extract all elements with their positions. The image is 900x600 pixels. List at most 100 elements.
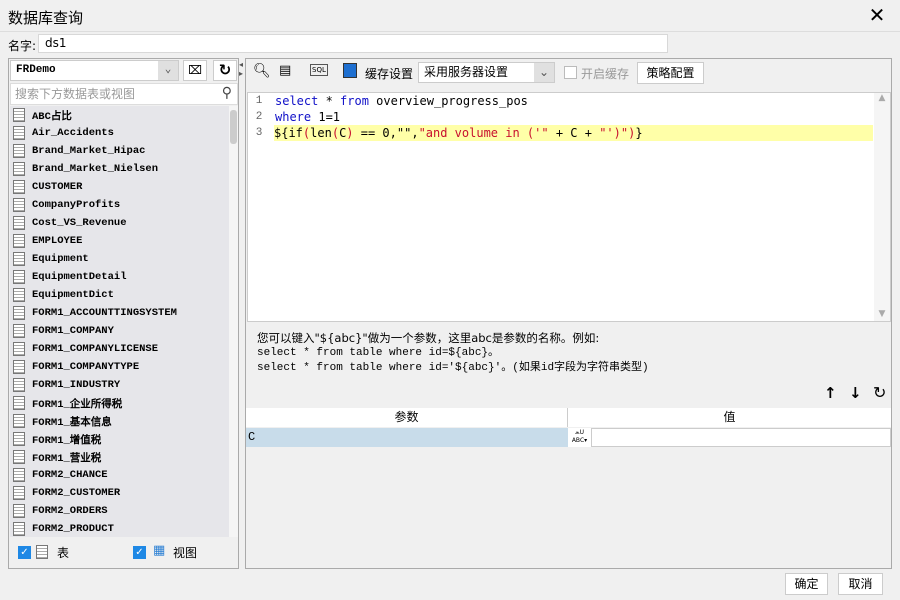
table-name: EMPLOYEE	[32, 235, 83, 247]
table-list-item[interactable]: Brand_Market_Hipac	[10, 142, 229, 160]
ok-button[interactable]: 确定	[785, 573, 828, 595]
ident: 1=1	[311, 110, 341, 124]
window-title: 数据库查询	[8, 9, 84, 27]
table-name: FORM1_COMPANYTYPE	[32, 361, 140, 373]
table-list-item[interactable]: CUSTOMER	[10, 178, 229, 196]
table-name: Brand_Market_Hipac	[32, 145, 146, 157]
table-icon	[13, 342, 25, 356]
table-icon	[13, 198, 25, 212]
enable-cache-checkbox[interactable]	[564, 66, 577, 79]
table-list-item[interactable]: FORM1_COMPANY	[10, 322, 229, 340]
code-line-3: ${if(len(C) == 0,"","and volume in ('" +…	[274, 125, 873, 141]
t: == 0,"",	[353, 126, 419, 140]
op: *	[318, 94, 341, 108]
divider	[0, 31, 900, 32]
sql-icon[interactable]: ▤	[279, 63, 291, 78]
table-name: CUSTOMER	[32, 181, 83, 193]
table-icon	[13, 468, 25, 482]
table-list-item[interactable]: Equipment	[10, 250, 229, 268]
hint-line: select * from table where id=${abc}。	[257, 347, 500, 359]
t: "and volume in ('"	[418, 126, 549, 140]
table-name: FORM2_PRODUCT	[32, 523, 114, 535]
table-icon	[13, 270, 25, 284]
table-name: Air_Accidents	[32, 127, 114, 139]
param-value-input[interactable]	[591, 428, 891, 447]
collapse-icon[interactable]: ◂ ▸	[239, 60, 243, 78]
table-icon	[13, 360, 25, 374]
t: ${if	[274, 126, 303, 140]
cache-option: 采用服务器设置	[424, 65, 509, 79]
table-name: CompanyProfits	[32, 199, 121, 211]
table-name: FORM2_ORDERS	[32, 505, 108, 517]
strategy-button[interactable]: 策略配置	[637, 62, 704, 84]
edit-connection-icon[interactable]: ⌧	[183, 60, 207, 81]
table-name: Equipment	[32, 253, 89, 265]
table-list-item[interactable]: Cost_VS_Revenue	[10, 214, 229, 232]
cache-select[interactable]: 采用服务器设置 ⌄	[418, 62, 555, 83]
editor-scrollbar[interactable]: ▲ ▼	[874, 93, 890, 321]
table-list-item[interactable]: CompanyProfits	[10, 196, 229, 214]
scrollbar[interactable]	[229, 106, 238, 537]
kw: from	[340, 94, 369, 108]
header-param: 参数	[246, 408, 568, 427]
chevron-down-icon[interactable]: ⌄	[534, 63, 554, 82]
move-up-icon[interactable]: ↑	[824, 384, 837, 402]
kw: select	[275, 94, 319, 108]
ident: overview_progress_pos	[368, 94, 528, 108]
table-name: FORM1_ACCOUNTTINGSYSTEM	[32, 307, 177, 319]
code-line-1: select * from overview_progress_pos	[275, 93, 873, 109]
table-list-item[interactable]: FORM1_营业税	[10, 448, 229, 466]
name-label: 名字:	[8, 39, 37, 53]
chevron-down-icon[interactable]: ⌄	[158, 61, 178, 80]
table-list-item[interactable]: FORM2_ORDERS	[10, 502, 229, 520]
sql-editor[interactable]: 1 2 3 select * from overview_progress_po…	[247, 92, 891, 322]
close-icon[interactable]: ✕	[866, 4, 888, 26]
table-name: FORM1_企业所得税	[32, 398, 123, 411]
view-icon: ▦	[153, 543, 166, 558]
name-input[interactable]: ds1	[38, 34, 668, 53]
table-list-item[interactable]: EquipmentDict	[10, 286, 229, 304]
line-number: 3	[255, 127, 263, 139]
search-input[interactable]: 搜索下方数据表或视图 ⚲	[10, 83, 238, 105]
table-list-item[interactable]: Air_Accidents	[10, 124, 229, 142]
refresh-params-icon[interactable]: ↻	[873, 383, 886, 402]
string-type-icon[interactable]: ⩕U ABC▾	[568, 428, 591, 447]
table-icon	[13, 486, 25, 500]
view-filter-label: 视图	[173, 546, 198, 560]
table-list[interactable]: ABC占比 Air_Accidents Brand_Market_Hipac Bran…	[10, 106, 229, 537]
connection-select[interactable]: FRDemo ⌄	[10, 60, 179, 81]
param-row[interactable]: C ⩕U ABC▾	[246, 428, 891, 447]
t: )	[346, 126, 354, 140]
table-name: EquipmentDetail	[32, 271, 127, 283]
table-list-item[interactable]: ABC占比	[10, 106, 229, 124]
format-sql-icon[interactable]: SQL	[310, 64, 328, 76]
refresh-icon[interactable]: ↻	[213, 60, 237, 81]
table-list-item[interactable]: FORM1_INDUSTRY	[10, 376, 229, 394]
table-list-item[interactable]: FORM1_增值税	[10, 430, 229, 448]
table-name: FORM1_增值税	[32, 434, 102, 447]
table-list-item[interactable]: FORM1_COMPANYTYPE	[10, 358, 229, 376]
table-list-item[interactable]: FORM1_基本信息	[10, 412, 229, 430]
table-list-item[interactable]: FORM1_企业所得税	[10, 394, 229, 412]
table-checkbox[interactable]: ✓	[18, 546, 31, 559]
search-placeholder: 搜索下方数据表或视图	[15, 87, 136, 101]
search-icon[interactable]: ⚲	[222, 83, 232, 103]
table-name: FORM1_COMPANY	[32, 325, 114, 337]
table-list-item[interactable]: EquipmentDetail	[10, 268, 229, 286]
table-list-item[interactable]: Brand_Market_Nielsen	[10, 160, 229, 178]
table-name: Cost_VS_Revenue	[32, 217, 127, 229]
table-list-item[interactable]: FORM2_CHANCE	[10, 466, 229, 484]
preview-icon[interactable]: 🔍︎	[253, 63, 271, 79]
table-list-item[interactable]: FORM1_ACCOUNTTINGSYSTEM	[10, 304, 229, 322]
cancel-button[interactable]: 取消	[838, 573, 883, 595]
line-number: 1	[255, 95, 263, 107]
table-list-item[interactable]: FORM2_CUSTOMER	[10, 484, 229, 502]
param-name[interactable]: C	[246, 428, 568, 447]
move-down-icon[interactable]: ↓	[849, 384, 862, 402]
view-checkbox[interactable]: ✓	[133, 546, 146, 559]
table-list-item[interactable]: FORM1_COMPANYLICENSE	[10, 340, 229, 358]
t: len	[310, 126, 332, 140]
table-icon	[13, 108, 25, 122]
table-list-item[interactable]: FORM2_PRODUCT	[10, 520, 229, 537]
table-list-item[interactable]: EMPLOYEE	[10, 232, 229, 250]
